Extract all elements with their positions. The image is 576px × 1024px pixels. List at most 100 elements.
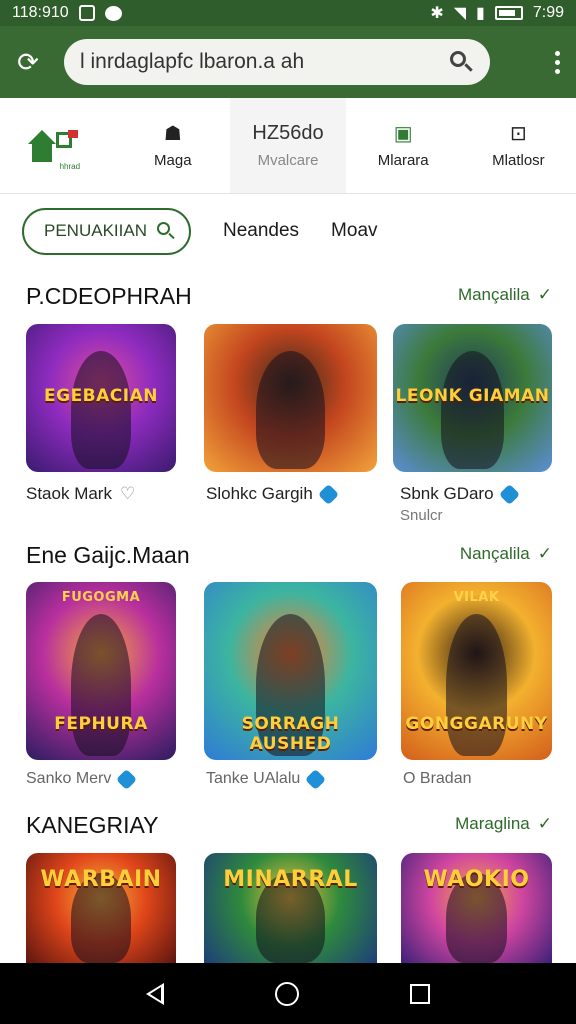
bluetooth-icon: ✱ (430, 5, 444, 22)
game-art-title: GONGGARUNY (405, 713, 548, 734)
game-title-row[interactable]: O Bradan (403, 770, 471, 788)
filter-chip[interactable]: Neandes (223, 220, 299, 242)
game-card[interactable]: LEONK GIAMAN (393, 324, 552, 472)
game-art (204, 324, 377, 472)
more-menu-icon[interactable] (552, 50, 562, 74)
hero-figure (255, 350, 326, 470)
game-art: WARBAIN (26, 853, 176, 965)
verified-icon (305, 768, 327, 790)
status-bar: 118:910 ✱ ◥ ▮ 7:99 (0, 0, 576, 26)
back-icon[interactable] (145, 982, 164, 1005)
game-card[interactable]: VILAK GONGGARUNY (401, 582, 552, 760)
tab-maga[interactable]: ☗ Maga (115, 98, 230, 193)
tab-mlatlosr[interactable]: ⊡ Mlatlosr (461, 98, 576, 193)
game-title-row[interactable]: Sbnk GDaro (400, 483, 520, 505)
section-title: KANEGRIAY (26, 812, 159, 838)
status-time: 118:910 (12, 4, 69, 21)
game-title-row[interactable]: Sanko Merv (26, 768, 138, 790)
game-art-top-text: VILAK (453, 590, 500, 605)
chevron-down-icon: ✓ (537, 285, 552, 304)
game-card[interactable] (204, 324, 377, 472)
game-title-row[interactable]: Slohkc Gargih (206, 483, 339, 505)
image-icon: ▣ (393, 122, 413, 145)
verified-icon (317, 483, 339, 505)
hero-figure (71, 614, 131, 757)
battery-icon (494, 6, 523, 20)
search-icon[interactable] (448, 49, 474, 75)
game-art: MINARRAL (204, 853, 377, 965)
verified-icon (498, 483, 520, 505)
game-card[interactable]: MINARRAL (204, 853, 377, 965)
game-title: Staok Mark (26, 484, 112, 503)
game-art-title: WARBAIN (40, 867, 162, 892)
game-title-row[interactable]: Staok Mark ♡ (26, 484, 135, 504)
text-icon: HZ56do (252, 121, 324, 144)
game-card[interactable]: WAOKIO (401, 853, 552, 965)
chevron-down-icon: ✓ (537, 814, 552, 833)
game-art-title: SORRAGH AUSHED (241, 713, 340, 754)
wifi-icon: ◥ (453, 5, 467, 22)
game-title-row[interactable]: Tanke UAlalu (206, 768, 327, 790)
game-art-top-text: FUGOGMA (61, 590, 141, 605)
search-filter-pill[interactable]: PENUAKIIAN (22, 207, 191, 255)
tab-mlarara[interactable]: ▣ Mlarara (346, 98, 461, 193)
game-card[interactable]: SORRAGH AUSHED (204, 582, 377, 760)
tab-label: Mlatlosr (492, 152, 545, 169)
search-icon (156, 222, 175, 240)
notification-icon (78, 5, 95, 21)
verified-icon (116, 768, 138, 790)
chevron-down-icon: ✓ (537, 544, 552, 563)
tab-label: Mvalcare (257, 152, 319, 169)
game-card[interactable]: WARBAIN (26, 853, 176, 965)
game-art-title: MINARRAL (223, 867, 358, 892)
game-title: O Bradan (403, 770, 472, 787)
tab-label: Mlarara (377, 152, 429, 169)
game-subtitle: Snulcr (400, 507, 443, 524)
signal-icon: ▮ (476, 5, 485, 22)
system-nav-bar (0, 963, 576, 1024)
game-art: FUGOGMA FEPHURA (26, 582, 176, 760)
game-art: SORRAGH AUSHED (204, 582, 377, 760)
reload-icon[interactable]: ⟳ (14, 48, 42, 76)
game-art-title: LEONK GIAMAN (395, 386, 550, 407)
logo-caption: hhrad (59, 161, 81, 171)
tab-label: Maga (154, 152, 192, 169)
game-card[interactable]: FUGOGMA FEPHURA (26, 582, 176, 760)
see-more-label: Nançalila (459, 544, 530, 563)
hero-figure (71, 350, 131, 470)
game-art: LEONK GIAMAN (393, 324, 552, 472)
filter-chip[interactable]: Moav (331, 220, 377, 242)
game-art: VILAK GONGGARUNY (401, 582, 552, 760)
tab-mvalcare[interactable]: HZ56do Mvalcare (230, 98, 346, 193)
game-art-title: WAOKIO (423, 867, 530, 892)
heart-icon[interactable]: ♡ (120, 484, 135, 504)
game-title: Slohkc Gargih (206, 484, 313, 503)
game-icon: ☗ (163, 122, 182, 145)
see-more-label: Mançalila (457, 285, 530, 304)
game-card[interactable]: EGEBACIAN (26, 324, 176, 472)
game-title: Sbnk GDaro (400, 484, 494, 503)
see-more-link[interactable]: Mançalila ✓ (458, 285, 552, 305)
app-logo[interactable]: hhrad (27, 116, 88, 176)
controller-icon: ⊡ (510, 122, 527, 145)
game-art: EGEBACIAN (26, 324, 176, 472)
browser-toolbar: ⟳ l inrdaglapfc lbaron.a ah (0, 26, 576, 98)
address-text[interactable]: l inrdaglapfc lbaron.a ah (80, 50, 448, 74)
see-more-link[interactable]: Maraglina ✓ (455, 814, 552, 834)
address-bar[interactable]: l inrdaglapfc lbaron.a ah (64, 39, 490, 85)
hero-figure (446, 614, 507, 757)
see-more-label: Maraglina (455, 814, 530, 833)
game-art: WAOKIO (401, 853, 552, 965)
status-clock: 7:99 (532, 4, 564, 21)
section-title: Ene Gaijc.Maan (26, 542, 190, 568)
see-more-link[interactable]: Nançalila ✓ (460, 544, 552, 564)
recent-apps-icon[interactable] (410, 983, 431, 1004)
tab-home[interactable]: hhrad (0, 98, 115, 193)
game-title: Sanko Merv (26, 770, 112, 787)
chat-icon (104, 5, 122, 21)
pill-label: PENUAKIIAN (44, 221, 147, 240)
game-title: Tanke UAlalu (206, 770, 301, 787)
category-tabs: hhrad ☗ Maga HZ56do Mvalcare ▣ Mlarara ⊡… (0, 98, 576, 194)
home-icon[interactable] (274, 981, 299, 1006)
hero-figure (440, 350, 505, 470)
